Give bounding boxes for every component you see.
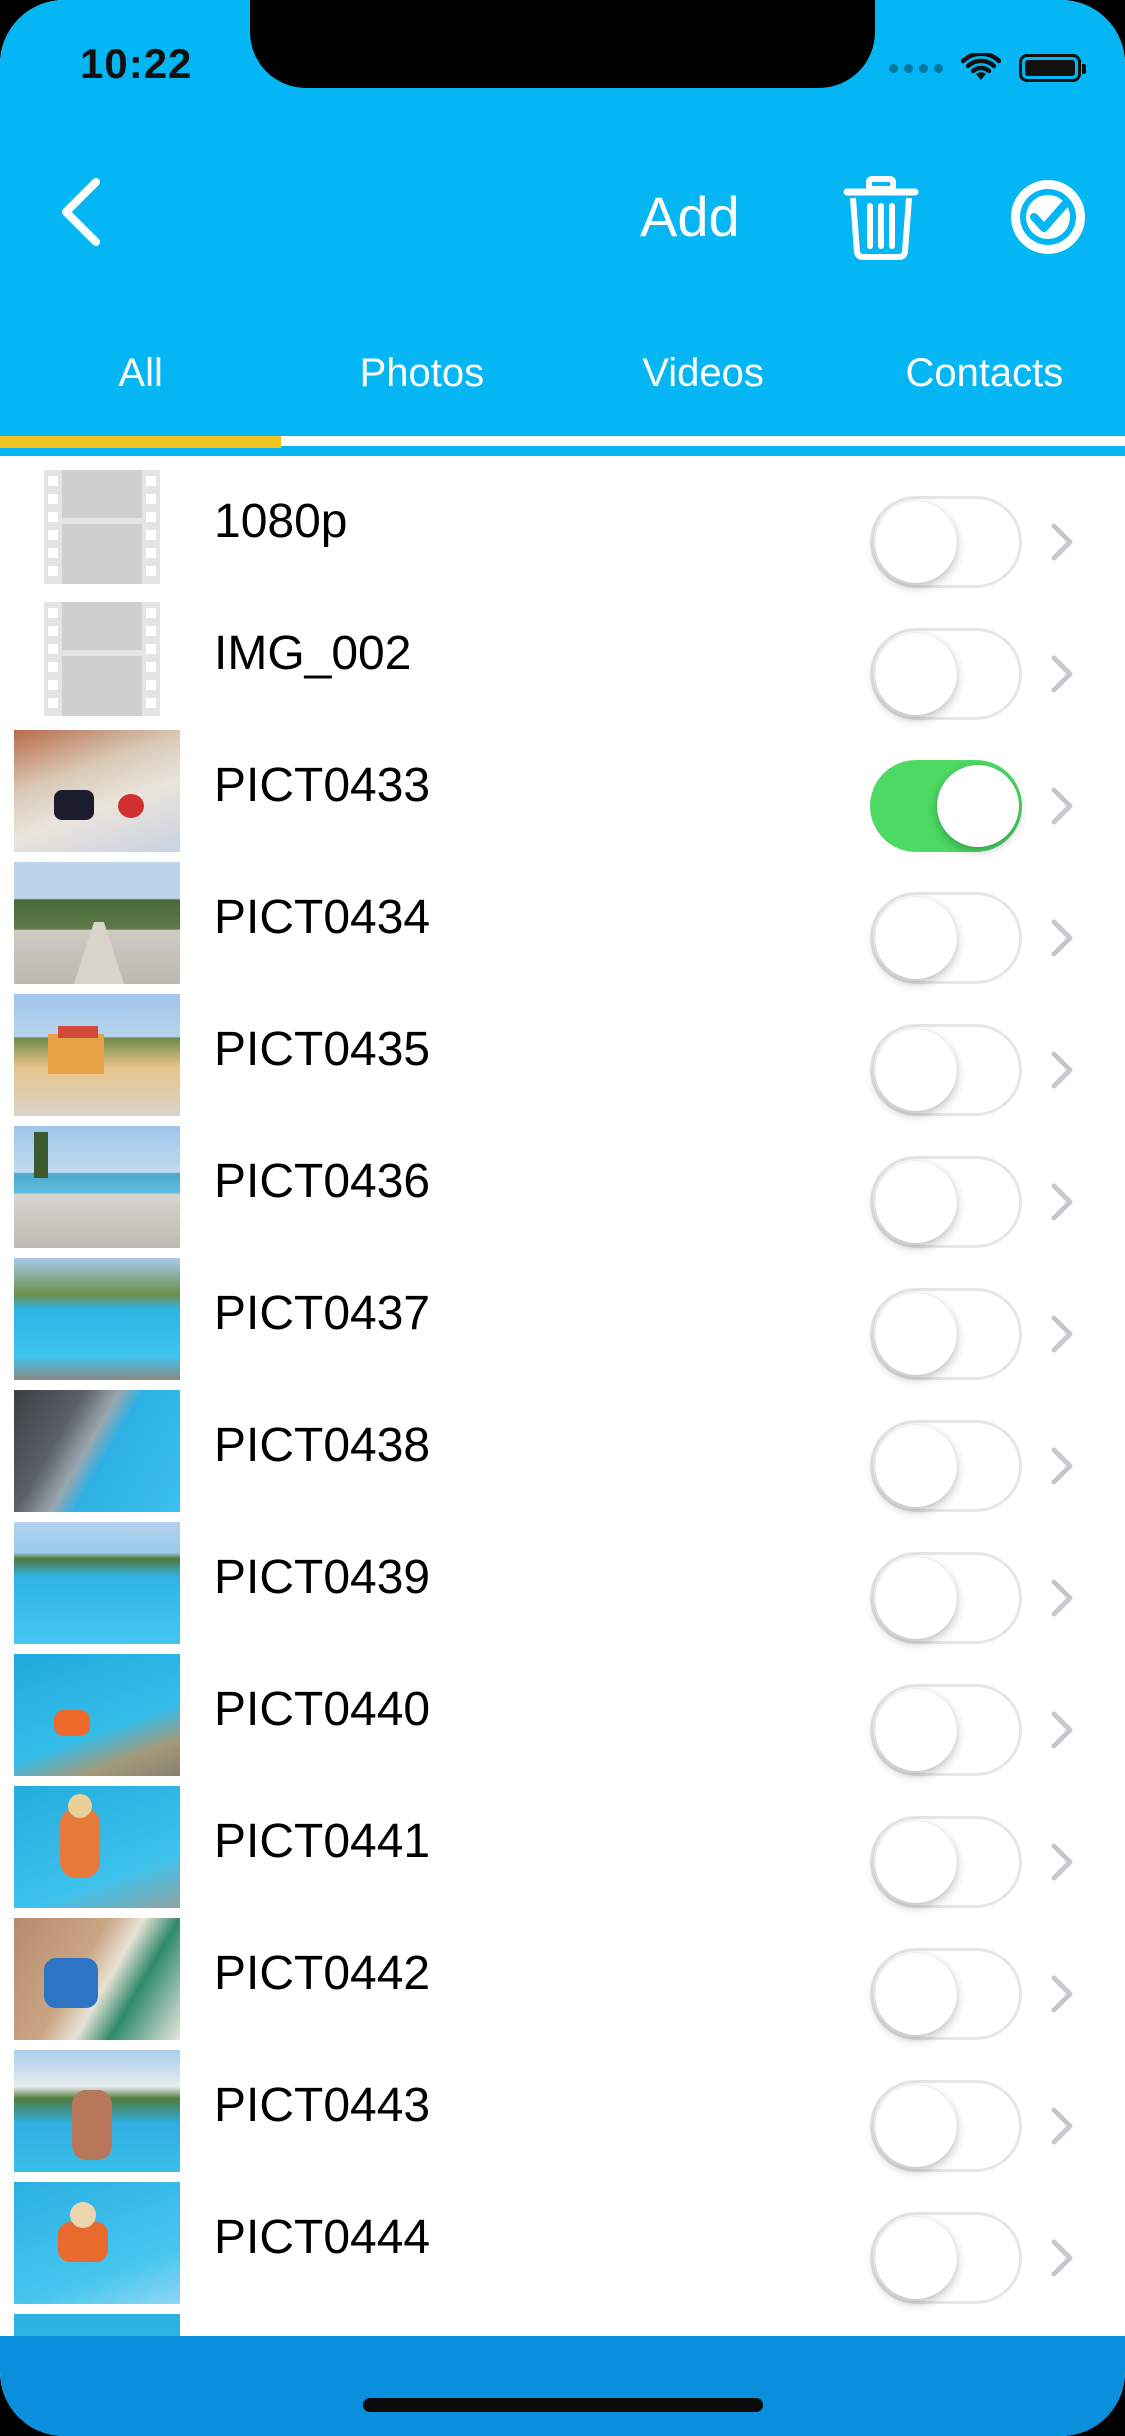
- chevron-right-icon[interactable]: [1048, 652, 1076, 696]
- photo-thumbnail: [14, 1126, 180, 1248]
- list-item[interactable]: 1080p: [0, 456, 1125, 588]
- photo-thumbnail: [14, 1654, 180, 1776]
- trash-icon: [843, 176, 919, 260]
- item-name: 1080p: [214, 495, 348, 548]
- list-item[interactable]: PICT0439: [0, 1512, 1125, 1644]
- item-name: PICT0441: [214, 1815, 431, 1868]
- tab-videos[interactable]: Videos: [563, 330, 844, 416]
- app-header: 10:22 Add All Photos Videos Contacts: [0, 0, 1125, 436]
- film-icon: [14, 466, 180, 588]
- chevron-right-icon[interactable]: [1048, 1312, 1076, 1356]
- item-toggle[interactable]: [870, 760, 1022, 852]
- list-item[interactable]: PICT0440: [0, 1644, 1125, 1776]
- cellular-signal-icon: [889, 63, 943, 73]
- chevron-right-icon[interactable]: [1048, 916, 1076, 960]
- item-toggle[interactable]: [870, 1816, 1022, 1908]
- item-toggle[interactable]: [870, 1420, 1022, 1512]
- item-toggle[interactable]: [870, 1948, 1022, 2040]
- tab-contacts[interactable]: Contacts: [844, 330, 1125, 416]
- list-item[interactable]: IMG_002: [0, 588, 1125, 720]
- photo-thumbnail: [14, 1786, 180, 1908]
- back-button[interactable]: [50, 172, 110, 252]
- item-name: PICT0439: [214, 1551, 431, 1604]
- photo-thumbnail: [14, 730, 180, 852]
- item-name: PICT0435: [214, 1023, 431, 1076]
- chevron-right-icon[interactable]: [1048, 1444, 1076, 1488]
- chevron-right-icon[interactable]: [1048, 1840, 1076, 1884]
- chevron-right-icon[interactable]: [1048, 2104, 1076, 2148]
- tab-bar: All Photos Videos Contacts: [0, 330, 1125, 416]
- item-name: PICT0433: [214, 759, 431, 812]
- tab-photos[interactable]: Photos: [281, 330, 562, 416]
- photo-thumbnail: [14, 1918, 180, 2040]
- chevron-right-icon[interactable]: [1048, 520, 1076, 564]
- tab-all[interactable]: All: [0, 330, 281, 416]
- chevron-right-icon[interactable]: [1048, 2236, 1076, 2280]
- item-toggle[interactable]: [870, 1156, 1022, 1248]
- media-list[interactable]: 1080p IMG_002 PICT0433 PICT0434 PICT0435…: [0, 456, 1125, 2336]
- item-toggle[interactable]: [870, 1552, 1022, 1644]
- item-toggle[interactable]: [870, 1684, 1022, 1776]
- chevron-right-icon[interactable]: [1048, 784, 1076, 828]
- list-item[interactable]: PICT0434: [0, 852, 1125, 984]
- chevron-right-icon[interactable]: [1048, 1180, 1076, 1224]
- photo-thumbnail: [14, 2050, 180, 2172]
- home-indicator[interactable]: [363, 2398, 763, 2412]
- item-name: PICT0436: [214, 1155, 431, 1208]
- item-name: PICT0437: [214, 1287, 431, 1340]
- chevron-right-icon[interactable]: [1048, 1972, 1076, 2016]
- item-toggle[interactable]: [870, 496, 1022, 588]
- device-notch: [250, 0, 875, 88]
- chevron-left-icon: [62, 178, 100, 246]
- tab-selected-indicator: [0, 436, 281, 448]
- phone-screen: 10:22 Add All Photos Videos Contacts 108…: [0, 0, 1125, 2436]
- film-icon: [14, 598, 180, 720]
- trash-button[interactable]: [843, 176, 919, 260]
- item-name: PICT0440: [214, 1683, 431, 1736]
- chevron-right-icon[interactable]: [1048, 1576, 1076, 1620]
- list-item[interactable]: PICT0443: [0, 2040, 1125, 2172]
- list-item[interactable]: PICT0442: [0, 1908, 1125, 2040]
- item-toggle[interactable]: [870, 1288, 1022, 1380]
- item-toggle[interactable]: [870, 628, 1022, 720]
- item-name: PICT0434: [214, 891, 431, 944]
- bottom-bar: [0, 2336, 1125, 2436]
- photo-thumbnail: [14, 1258, 180, 1380]
- list-item[interactable]: PICT0435: [0, 984, 1125, 1116]
- item-toggle[interactable]: [870, 1024, 1022, 1116]
- list-item[interactable]: PICT0444: [0, 2172, 1125, 2304]
- photo-thumbnail: [14, 994, 180, 1116]
- list-item[interactable]: [0, 2304, 1125, 2336]
- item-toggle[interactable]: [870, 2080, 1022, 2172]
- status-time: 10:22: [80, 40, 193, 87]
- chevron-right-icon[interactable]: [1048, 1708, 1076, 1752]
- chevron-right-icon[interactable]: [1048, 1048, 1076, 1092]
- item-toggle[interactable]: [870, 2212, 1022, 2304]
- list-item[interactable]: PICT0433: [0, 720, 1125, 852]
- battery-icon: [1019, 54, 1086, 82]
- photo-thumbnail: [14, 862, 180, 984]
- status-indicators: [889, 48, 1086, 88]
- list-item[interactable]: PICT0441: [0, 1776, 1125, 1908]
- photo-thumbnail: [14, 1390, 180, 1512]
- item-name: PICT0443: [214, 2079, 431, 2132]
- list-item[interactable]: PICT0436: [0, 1116, 1125, 1248]
- list-item[interactable]: PICT0438: [0, 1380, 1125, 1512]
- item-name: PICT0444: [214, 2211, 431, 2264]
- item-name: PICT0438: [214, 1419, 431, 1472]
- item-name: PICT0442: [214, 1947, 431, 2000]
- item-toggle[interactable]: [870, 892, 1022, 984]
- photo-thumbnail: [14, 2314, 180, 2336]
- wifi-icon: [961, 53, 1001, 80]
- check-circle-icon: [1011, 180, 1085, 254]
- list-item[interactable]: PICT0437: [0, 1248, 1125, 1380]
- photo-thumbnail: [14, 1522, 180, 1644]
- confirm-button[interactable]: [1008, 177, 1088, 257]
- item-name: IMG_002: [214, 627, 412, 680]
- add-button[interactable]: Add: [640, 182, 740, 252]
- photo-thumbnail: [14, 2182, 180, 2304]
